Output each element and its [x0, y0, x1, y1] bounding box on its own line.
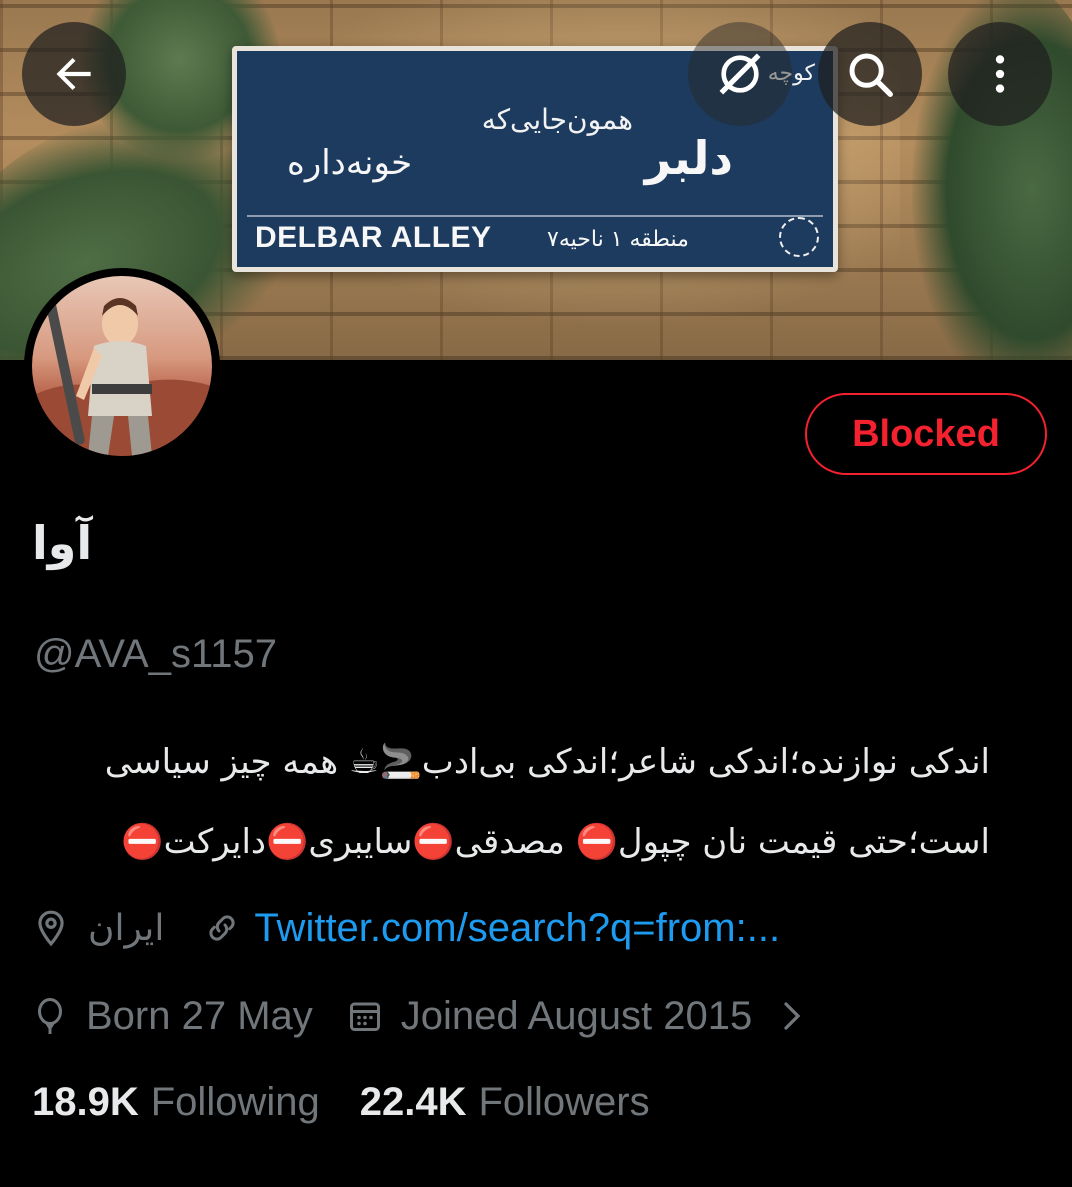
- calendar-icon: [347, 998, 383, 1034]
- back-button[interactable]: [22, 22, 126, 126]
- profile-location: ایران: [88, 907, 165, 949]
- profile-joined-date: Joined August 2015: [400, 993, 753, 1038]
- sign-divider: [247, 215, 823, 217]
- sign-main-text: دلبر: [644, 131, 733, 185]
- profile-display-name: آوا: [32, 516, 93, 570]
- more-options-button[interactable]: [948, 22, 1052, 126]
- sign-sub-text: همون‌جایی‌که: [481, 103, 633, 136]
- sign-main-text-2: خونه‌داره: [287, 143, 413, 183]
- followers-label: Followers: [478, 1079, 650, 1124]
- profile-avatar[interactable]: [24, 268, 220, 464]
- profile-bio: اندکی نوازنده؛اندکی شاعر؛اندکی بی‌ادب🚬☕ …: [30, 722, 990, 882]
- followers-link[interactable]: 22.4K Followers: [360, 1080, 650, 1125]
- sign-english-text: DELBAR ALLEY: [255, 221, 492, 254]
- arrow-left-icon: [56, 57, 91, 91]
- profile-handle: @AVA_s1157: [34, 632, 277, 676]
- profile-birthday: Born 27 May: [86, 993, 313, 1038]
- avatar-illustration: [32, 297, 212, 456]
- sync-off-icon: [719, 53, 761, 95]
- followers-count: 22.4K: [359, 1079, 467, 1124]
- sign-district-text: منطقه ۱ ناحیه۷: [547, 227, 689, 252]
- following-label: Following: [150, 1079, 320, 1124]
- more-vertical-icon: [995, 55, 1005, 93]
- bio-line-1: اندکی نوازنده؛اندکی شاعر؛اندکی بی‌ادب🚬☕ …: [104, 742, 990, 782]
- location-icon: [32, 909, 70, 947]
- search-button[interactable]: [818, 22, 922, 126]
- blocked-button[interactable]: Blocked: [805, 393, 1047, 475]
- following-link[interactable]: 18.9K Following: [32, 1080, 320, 1125]
- link-icon: [204, 910, 240, 946]
- following-count: 18.9K: [32, 1079, 139, 1124]
- avatar-image: [32, 276, 212, 456]
- balloon-icon: [32, 996, 68, 1036]
- profile-meta-row-2: Born 27 May Joined August 2015: [32, 986, 806, 1046]
- search-icon: [849, 53, 893, 97]
- profile-stats: 18.9K Following 22.4K Followers: [32, 1072, 650, 1132]
- chevron-right-icon[interactable]: [778, 998, 806, 1034]
- bio-line-2: است؛حتی قیمت نان چپول⛔ مصدقی⛔سایبری⛔دایر…: [121, 822, 990, 862]
- profile-meta-row-1: ایران Twitter.com/search?q=from:...: [32, 898, 780, 958]
- sign-emblem-icon: [779, 217, 819, 257]
- profile-website-link[interactable]: Twitter.com/search?q=from:...: [254, 906, 780, 951]
- sync-button[interactable]: [688, 22, 792, 126]
